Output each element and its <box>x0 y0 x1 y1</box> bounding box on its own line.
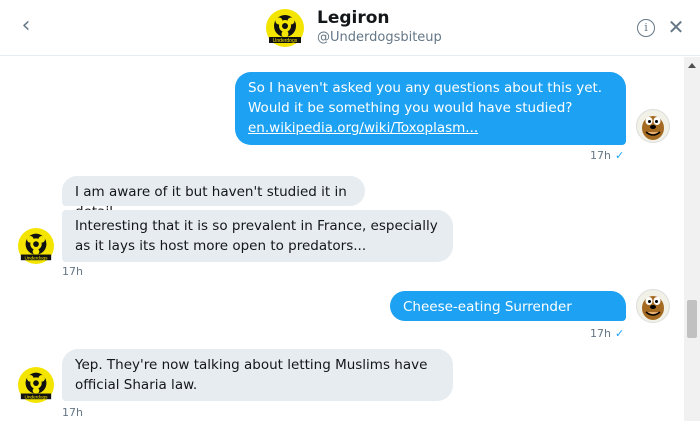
message-timestamp: 17h <box>62 265 83 278</box>
scrollbar-thumb[interactable] <box>687 300 697 338</box>
thread-scrollbar[interactable] <box>684 57 700 421</box>
scroll-up-arrow-icon[interactable] <box>688 63 696 68</box>
message-timestamp: 17h ✓ <box>590 327 625 340</box>
message-text: Yep. They're now talking about letting M… <box>75 357 428 393</box>
message-bubble-incoming[interactable]: Yep. They're now talking about letting M… <box>62 349 453 401</box>
avatar-logo-text: Underdogs <box>24 255 48 261</box>
contact-name[interactable]: Legiron <box>317 8 390 28</box>
avatar-logo-text: Underdogs <box>273 38 298 44</box>
message-link[interactable]: en.wikipedia.org/wiki/Toxoplasm... <box>248 120 478 136</box>
message-bubble-incoming[interactable]: Interesting that it is so prevalent in F… <box>62 210 453 262</box>
contact-handle[interactable]: @Underdogsbiteup <box>317 30 442 45</box>
legiron-avatar[interactable]: Underdogs <box>266 9 304 47</box>
read-check-icon: ✓ <box>614 327 625 340</box>
message-thread: So I haven't asked you any questions abo… <box>0 57 684 421</box>
close-icon[interactable]: ✕ <box>666 15 686 39</box>
conversation-header: ‹ Underdogs Legiron @Underdogsbiteup i ✕ <box>0 0 700 56</box>
message-bubble-outgoing[interactable]: Cheese-eating Surrender Monkeys? <box>390 291 626 335</box>
legiron-avatar[interactable]: Underdogs <box>18 367 54 403</box>
message-bubble-incoming[interactable]: I am aware of it but haven't studied it … <box>62 176 365 220</box>
message-text: So I haven't asked you any questions abo… <box>248 80 603 116</box>
read-check-icon: ✓ <box>614 149 625 162</box>
legiron-avatar[interactable]: Underdogs <box>18 228 54 264</box>
avatar-logo-text: Underdogs <box>24 394 48 400</box>
message-timestamp: 17h ✓ <box>590 149 625 162</box>
chevron-left-icon[interactable]: ‹ <box>14 14 38 38</box>
message-text: Interesting that it is so prevalent in F… <box>75 218 438 254</box>
info-icon[interactable]: i <box>637 19 655 37</box>
message-timestamp: 17h <box>62 406 83 419</box>
message-bubble-outgoing[interactable]: So I haven't asked you any questions abo… <box>235 72 626 145</box>
my-avatar[interactable] <box>636 289 670 323</box>
message-text: Cheese-eating Surrender Monkeys? <box>403 299 572 335</box>
my-avatar[interactable] <box>636 109 670 143</box>
